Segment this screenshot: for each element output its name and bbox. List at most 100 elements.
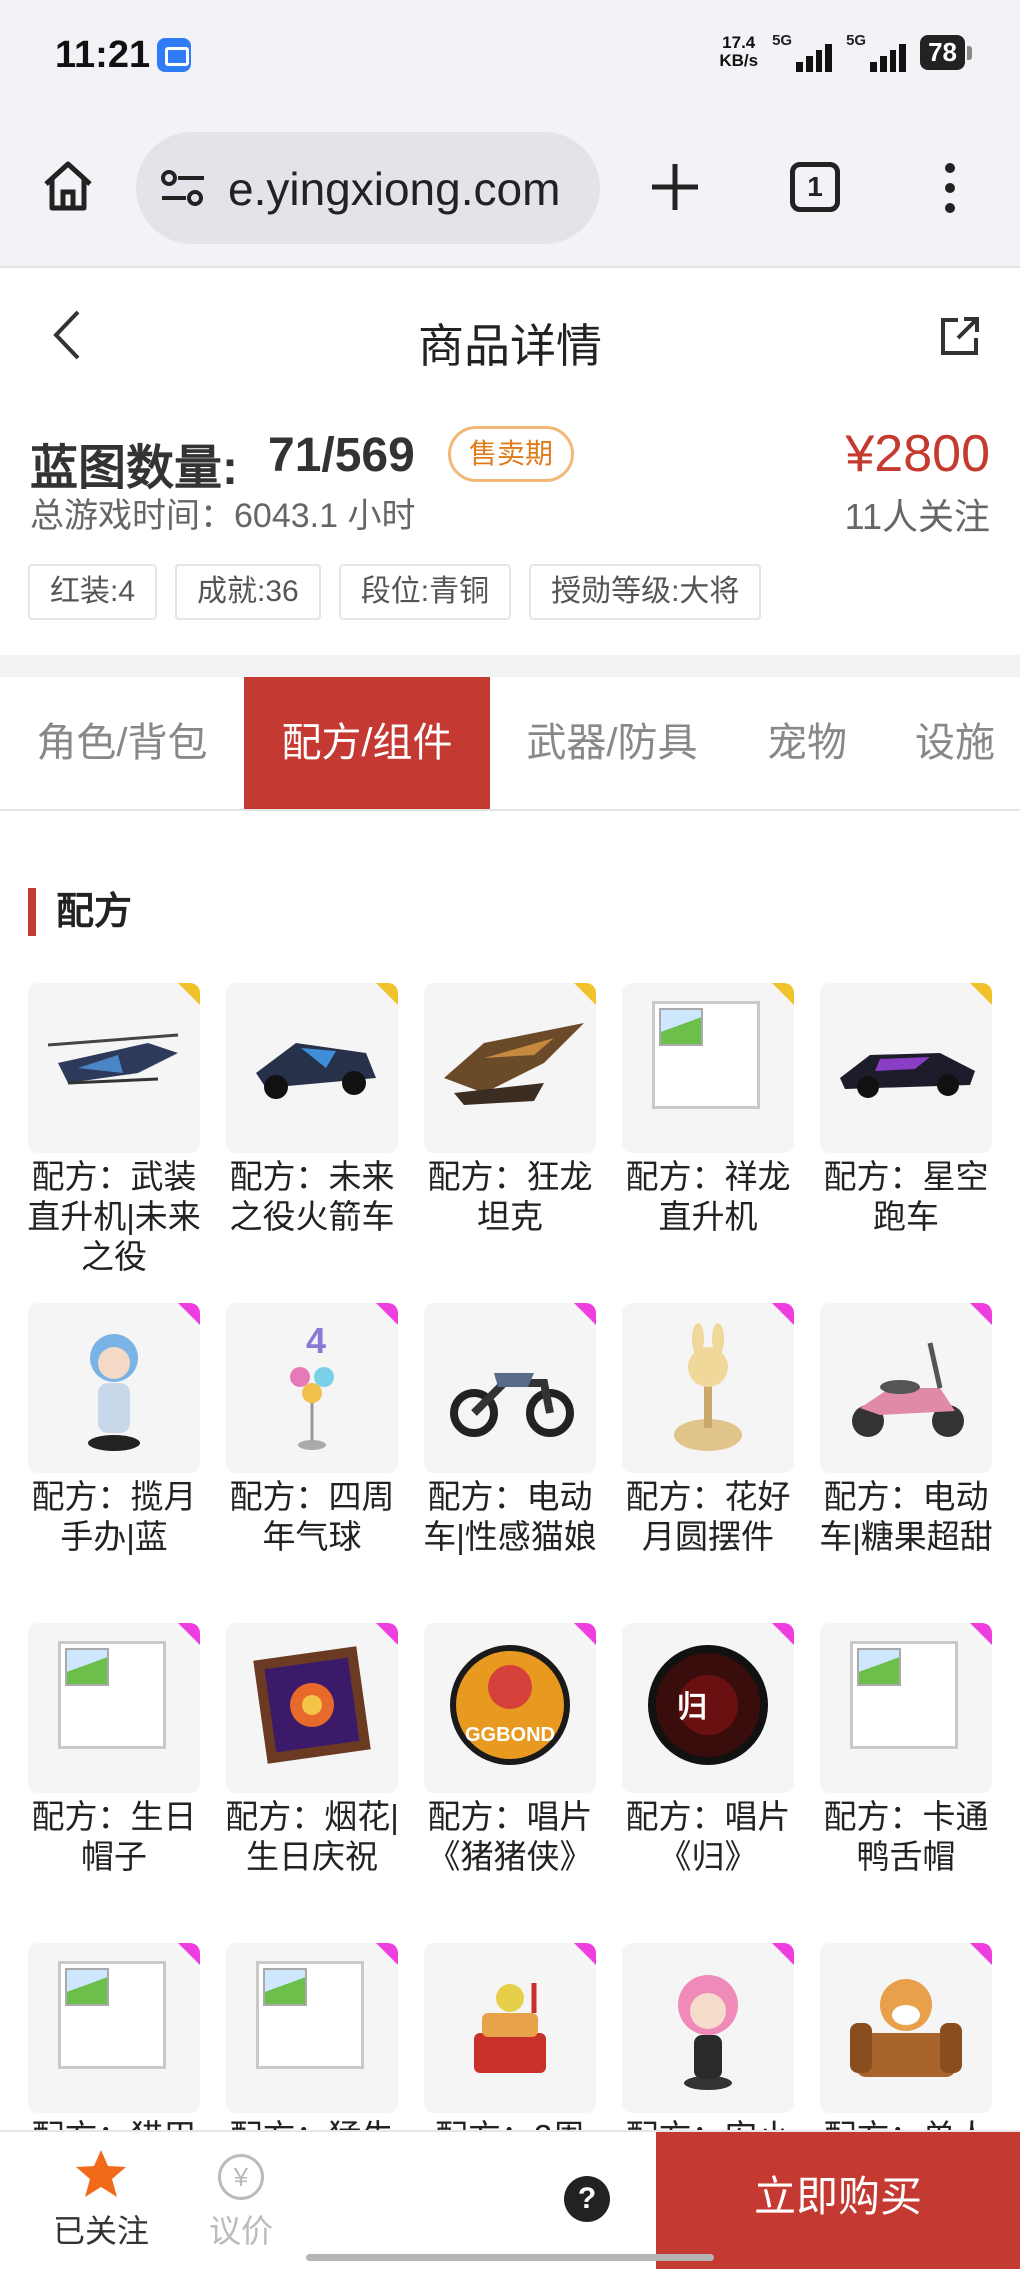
rarity-corner: [376, 1303, 398, 1325]
item-name: 配方：祥龙直升机: [625, 1158, 791, 1235]
cat-girl-icon: [678, 1975, 738, 2090]
record-ggbond-icon: GGBOND: [450, 1645, 570, 1765]
screen-cast-icon: [157, 38, 191, 72]
status-time: 11:21: [55, 34, 151, 76]
broken-image-icon: [58, 1961, 166, 2069]
home-icon[interactable]: [40, 158, 96, 214]
item-thumbnail: [424, 1943, 596, 2113]
item-name: 配方：电动车|性感猫娘: [423, 1478, 597, 1555]
playtime-text: 总游戏时间：6043.1 小时: [30, 497, 416, 535]
rarity-corner: [574, 1943, 596, 1965]
new-tab-icon[interactable]: [648, 160, 702, 214]
svg-text:GGBOND: GGBOND: [465, 1724, 555, 1746]
bottom-action-bar: 已关注 ¥ 议价 ? 立即购买: [0, 2130, 1020, 2269]
rarity-corner: [574, 1623, 596, 1645]
broken-image-icon: [652, 1001, 760, 1109]
rabbit-ornament-icon: [674, 1323, 742, 1451]
rarity-corner: [376, 983, 398, 1005]
item-name: 配方：生日帽子: [31, 1798, 197, 1875]
status-bar: 11:21 17.4 KB/s 5G 5G 78: [0, 0, 1020, 110]
divider: [0, 655, 1020, 677]
item-thumbnail: [622, 983, 794, 1153]
tab-facilities[interactable]: 设施: [880, 677, 1020, 809]
home-indicator: [306, 2254, 714, 2261]
item-thumbnail: [820, 1623, 992, 1793]
scooter-icon: [852, 1342, 964, 1437]
broken-image-icon: [850, 1641, 958, 1749]
rarity-corner: [376, 1623, 398, 1645]
rarity-corner: [970, 1623, 992, 1645]
corgi-sofa-icon: [850, 1979, 962, 2077]
tab-recipe-parts[interactable]: 配方/组件: [244, 677, 490, 809]
star-icon: [76, 2150, 126, 2197]
item-thumbnail: [226, 1623, 398, 1793]
rarity-corner: [178, 1943, 200, 1965]
item-thumbnail: [28, 1303, 200, 1473]
more-menu-icon[interactable]: [940, 160, 960, 216]
item-thumbnail: [28, 983, 200, 1153]
status-badge: 售卖期: [448, 426, 575, 482]
help-icon[interactable]: ?: [564, 2176, 610, 2222]
network-speed: 17.4 KB/s: [719, 33, 759, 70]
balloon-icon: 4: [290, 1320, 334, 1450]
broken-image-icon: [58, 1641, 166, 1749]
tag-chip: 成就:36: [175, 564, 321, 620]
rocket-car-icon: [256, 1043, 376, 1099]
battery-icon: 78: [920, 34, 972, 70]
rarity-corner: [970, 983, 992, 1005]
item-thumbnail: [424, 1303, 596, 1473]
figurine-icon: [88, 1334, 140, 1451]
rarity-corner: [574, 1303, 596, 1325]
sports-car-icon: [840, 1053, 975, 1098]
address-bar[interactable]: e.yingxiong.com: [136, 132, 600, 244]
blueprint-value: 71/569: [268, 429, 415, 482]
bargain-button[interactable]: ¥ 议价: [196, 2140, 286, 2260]
bargain-label: 议价: [208, 2213, 273, 2249]
attribute-tags: 红装:4 成就:36 段位:青铜 授勋等级:大将: [28, 564, 762, 620]
rarity-corner: [970, 1943, 992, 1965]
tab-pets[interactable]: 宠物: [734, 677, 880, 809]
item-thumbnail: [226, 1943, 398, 2113]
item-name: 配方：烟花|生日庆祝: [225, 1798, 399, 1875]
tag-chip: 红装:4: [28, 564, 158, 620]
item-name: 配方：武装直升机|未来之役: [27, 1158, 201, 1275]
rarity-corner: [772, 1623, 794, 1645]
signal-icon: 5G: [772, 32, 833, 72]
item-thumbnail: 归: [622, 1623, 794, 1793]
tab-switcher-button[interactable]: 1: [790, 162, 840, 212]
yen-icon: ¥: [218, 2154, 264, 2200]
follow-button[interactable]: 已关注: [36, 2140, 166, 2260]
rarity-corner: [178, 1303, 200, 1325]
category-tabs: 角色/背包 配方/组件 武器/防具 宠物 设施: [0, 677, 1020, 811]
rarity-corner: [178, 983, 200, 1005]
follow-label: 已关注: [52, 2213, 149, 2249]
tab-role-bag[interactable]: 角色/背包: [0, 677, 244, 809]
record-gui-icon: 归: [648, 1645, 768, 1765]
tab-weapon-armor[interactable]: 武器/防具: [490, 677, 734, 809]
svg-text:归: 归: [677, 1690, 707, 1725]
item-name: 配方：狂龙坦克: [427, 1158, 593, 1235]
item-thumbnail: [28, 1943, 200, 2113]
product-summary: 蓝图数量: 71/569 售卖期 总游戏时间：6043.1 小时 ¥2800 1…: [0, 400, 1020, 655]
item-thumbnail: [622, 1303, 794, 1473]
site-settings-icon[interactable]: [160, 168, 206, 208]
page-title: 商品详情: [418, 320, 602, 372]
rarity-corner: [574, 983, 596, 1005]
share-icon[interactable]: [938, 314, 982, 358]
buy-now-button[interactable]: 立即购买: [656, 2132, 1020, 2269]
item-name: 配方：卡通鸭舌帽: [823, 1798, 989, 1875]
rarity-corner: [970, 1303, 992, 1325]
section-title: 配方: [28, 888, 132, 936]
rarity-corner: [376, 1943, 398, 1965]
cake-icon: [474, 1983, 546, 2073]
item-thumbnail: [820, 1943, 992, 2113]
tag-chip: 授勋等级:大将: [529, 564, 762, 620]
item-name: 配方：未来之役火箭车: [229, 1158, 395, 1235]
item-thumbnail: [28, 1623, 200, 1793]
svg-text:4: 4: [306, 1320, 326, 1361]
item-name: 配方：电动车|糖果超甜: [819, 1478, 993, 1555]
item-thumbnail: 4: [226, 1303, 398, 1473]
item-name: 配方：星空跑车: [823, 1158, 989, 1235]
item-name: 配方：唱片《归》: [625, 1798, 791, 1875]
status-indicators: 17.4 KB/s 5G 5G 78: [719, 32, 972, 72]
